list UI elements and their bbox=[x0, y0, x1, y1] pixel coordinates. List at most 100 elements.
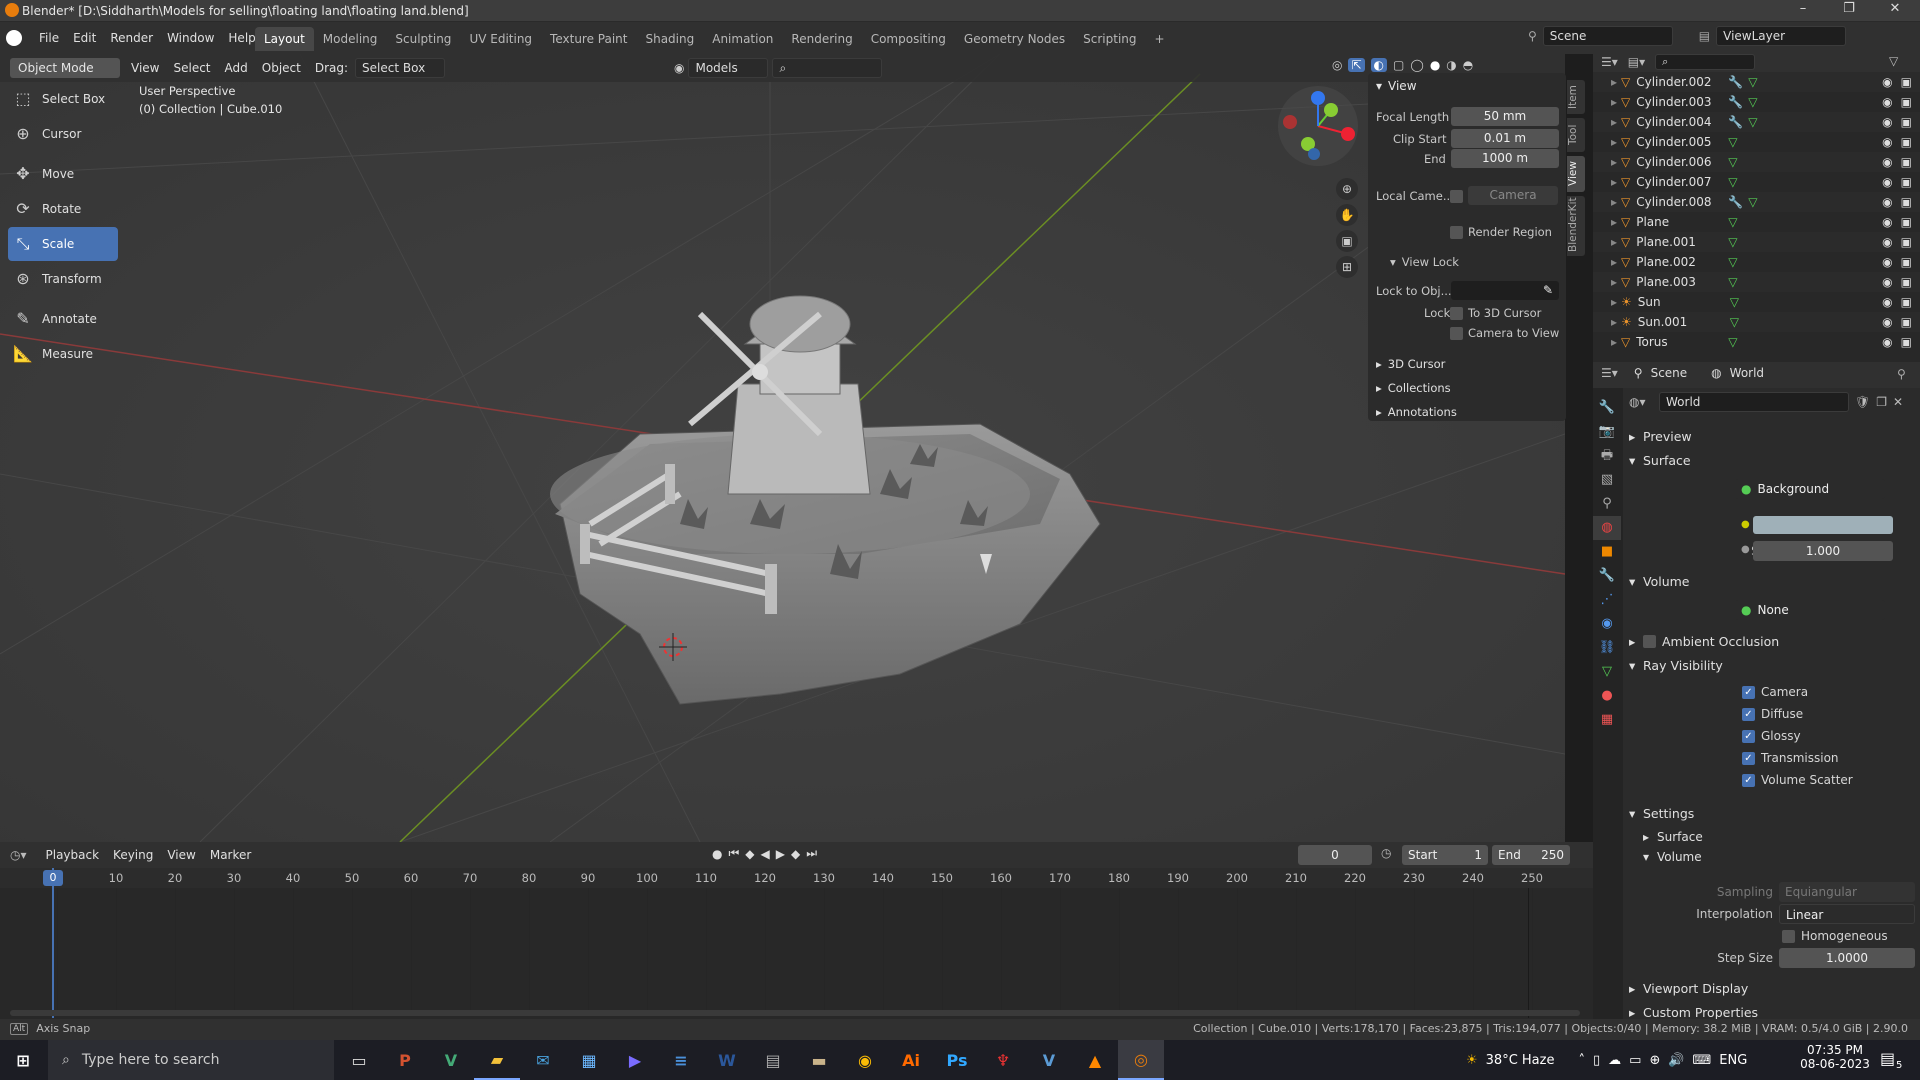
tab-scripting[interactable]: Scripting bbox=[1074, 27, 1145, 51]
camera-render-icon[interactable]: ▣ bbox=[1901, 135, 1912, 149]
check-icon[interactable]: ✓ bbox=[1742, 685, 1755, 699]
object-tab-icon[interactable]: ■ bbox=[1593, 540, 1621, 564]
gizmo-icon[interactable]: ⇱ bbox=[1348, 58, 1365, 72]
eye-icon[interactable]: ◉ bbox=[1882, 95, 1892, 109]
outliner-row[interactable]: ▸ ▽ Cylinder.005 ▽ ◉ ▣ bbox=[1593, 132, 1920, 152]
taskbar-search-box[interactable]: ⌕ Type here to search bbox=[48, 1040, 334, 1080]
menu-render[interactable]: Render bbox=[103, 28, 160, 48]
ray-volume-scatter-option[interactable]: ✓ Volume Scatter bbox=[1742, 773, 1853, 787]
rendered-shading-icon[interactable]: ◓ bbox=[1463, 58, 1473, 72]
material-tab-icon[interactable]: ● bbox=[1593, 684, 1621, 708]
camera-render-icon[interactable]: ▣ bbox=[1901, 315, 1912, 329]
settings-volume-subpanel[interactable]: ▾ Volume bbox=[1643, 845, 1702, 869]
file-explorer-icon[interactable]: ▰ bbox=[474, 1040, 520, 1080]
ray-transmission-option[interactable]: ✓ Transmission bbox=[1742, 751, 1839, 765]
outliner-item-name[interactable]: Cylinder.005 bbox=[1636, 135, 1728, 149]
outliner-item-name[interactable]: Torus bbox=[1636, 335, 1728, 349]
add-workspace-button[interactable]: + bbox=[1146, 27, 1174, 51]
outliner-item-name[interactable]: Plane.003 bbox=[1636, 275, 1728, 289]
render-tab-icon[interactable]: 📷 bbox=[1593, 420, 1621, 444]
wireframe-shading-icon[interactable]: ◯ bbox=[1410, 58, 1423, 72]
camera-render-icon[interactable]: ▣ bbox=[1901, 275, 1912, 289]
filter-icon[interactable]: ▽ bbox=[1889, 54, 1898, 68]
ray-visibility-panel[interactable]: ▾ Ray Visibility bbox=[1629, 653, 1723, 677]
camera-render-icon[interactable]: ▣ bbox=[1901, 255, 1912, 269]
world-browse-icon[interactable]: ◍▾ bbox=[1629, 395, 1659, 409]
jump-start-icon[interactable]: ⏮ bbox=[728, 846, 739, 861]
outliner-item-name[interactable]: Cylinder.007 bbox=[1636, 175, 1728, 189]
eye-icon[interactable]: ◉ bbox=[1882, 155, 1892, 169]
camera-render-icon[interactable]: ▣ bbox=[1901, 235, 1912, 249]
network-icon[interactable]: ⊕ bbox=[1649, 1053, 1660, 1068]
keyboard-icon[interactable]: ⌨ bbox=[1693, 1053, 1712, 1068]
camera-view-icon[interactable]: ▣ bbox=[1336, 230, 1358, 252]
clip-end-field[interactable]: 1000 m bbox=[1451, 149, 1559, 168]
expand-arrow-icon[interactable]: ▸ bbox=[1593, 315, 1617, 329]
tab-texture-paint[interactable]: Texture Paint bbox=[541, 27, 636, 51]
tab-item[interactable]: Item bbox=[1567, 80, 1585, 114]
constraints-tab-icon[interactable]: ⛓ bbox=[1593, 636, 1621, 660]
viewport-menu-view[interactable]: View bbox=[124, 58, 166, 78]
preview-panel[interactable]: ▸ Preview bbox=[1629, 424, 1692, 448]
close-button[interactable]: ✕ bbox=[1872, 1, 1918, 21]
menu-file[interactable]: File bbox=[32, 28, 66, 48]
local-camera-field[interactable]: Camera bbox=[1468, 186, 1558, 205]
blender-taskbar-icon[interactable]: ◎ bbox=[1118, 1040, 1164, 1080]
surface-panel[interactable]: ▾ Surface bbox=[1629, 448, 1691, 472]
drag-select-box[interactable]: Select Box bbox=[355, 58, 446, 78]
current-frame-field[interactable]: 0 bbox=[1298, 845, 1372, 865]
lock-cursor-checkbox[interactable] bbox=[1450, 307, 1463, 320]
outliner-row[interactable]: ▸ ☀ Sun.001 ▽ ◉ ▣ bbox=[1593, 312, 1920, 332]
view-lock-header[interactable]: ▾ View Lock bbox=[1390, 255, 1459, 269]
annotations-panel[interactable]: ▸ Annotations bbox=[1376, 405, 1457, 419]
outliner-row[interactable]: ▸ ▽ Cylinder.006 ▽ ◉ ▣ bbox=[1593, 152, 1920, 172]
3d-viewport[interactable]: User Perspective (0) Collection | Cube.0… bbox=[0, 54, 1565, 842]
vlc-icon[interactable]: ▲ bbox=[1072, 1040, 1118, 1080]
world-tab-icon[interactable]: ◍ bbox=[1593, 516, 1621, 540]
tab-tool[interactable]: Tool bbox=[1567, 118, 1585, 152]
solid-shading-icon[interactable]: ● bbox=[1430, 58, 1440, 72]
notes-icon[interactable]: ≡ bbox=[658, 1040, 704, 1080]
viewport-menu-object[interactable]: Object bbox=[255, 58, 308, 78]
modifier-tab-icon[interactable]: 🔧 bbox=[1593, 564, 1621, 588]
visibility-icon[interactable]: ◎ bbox=[1332, 58, 1342, 72]
render-region-checkbox[interactable] bbox=[1450, 226, 1463, 239]
tool-rotate[interactable]: ⟳ Rotate bbox=[8, 192, 118, 226]
outliner-row[interactable]: ▸ ▽ Cylinder.003 🔧 ▽ ◉ ▣ bbox=[1593, 92, 1920, 112]
store-icon[interactable]: ▦ bbox=[566, 1040, 612, 1080]
camera-render-icon[interactable]: ▣ bbox=[1901, 155, 1912, 169]
tab-sculpting[interactable]: Sculpting bbox=[386, 27, 460, 51]
camera-render-icon[interactable]: ▣ bbox=[1901, 95, 1912, 109]
windows-start-icon[interactable]: ⊞ bbox=[0, 1040, 46, 1080]
fake-user-icon[interactable]: 🛡 bbox=[1855, 395, 1870, 409]
volume-icon[interactable]: 🔊 bbox=[1668, 1053, 1684, 1068]
tab-layout[interactable]: Layout bbox=[255, 27, 314, 51]
outliner-row[interactable]: ▸ ▽ Torus ▽ ◉ ▣ bbox=[1593, 332, 1920, 352]
tab-geometry-nodes[interactable]: Geometry Nodes bbox=[955, 27, 1074, 51]
viewport-menu-select[interactable]: Select bbox=[166, 58, 217, 78]
tool-move[interactable]: ✥ Move bbox=[8, 157, 118, 191]
collections-panel[interactable]: ▸ Collections bbox=[1376, 381, 1451, 395]
tab-compositing[interactable]: Compositing bbox=[862, 27, 955, 51]
outliner-item-name[interactable]: Cylinder.003 bbox=[1636, 95, 1728, 109]
maximize-button[interactable]: ❐ bbox=[1826, 1, 1872, 21]
tab-shading[interactable]: Shading bbox=[636, 27, 703, 51]
word-icon[interactable]: W bbox=[704, 1040, 750, 1080]
battery-icon[interactable]: ▭ bbox=[1629, 1053, 1641, 1068]
timeline-scrollbar[interactable] bbox=[10, 1010, 1580, 1016]
eye-icon[interactable]: ◉ bbox=[1882, 135, 1892, 149]
models-selector[interactable]: Models bbox=[688, 58, 769, 78]
play-reverse-icon[interactable]: ◀ bbox=[761, 847, 770, 861]
eye-icon[interactable]: ◉ bbox=[1882, 75, 1892, 89]
outliner-row[interactable]: ▸ ▽ Plane ▽ ◉ ▣ bbox=[1593, 212, 1920, 232]
weather-icon[interactable]: ☀ bbox=[1466, 1053, 1478, 1068]
expand-arrow-icon[interactable]: ▸ bbox=[1593, 275, 1617, 289]
ao-checkbox[interactable] bbox=[1643, 634, 1656, 648]
output-tab-icon[interactable]: 🖶 bbox=[1593, 444, 1621, 468]
tab-uv-editing[interactable]: UV Editing bbox=[460, 27, 541, 51]
camera-render-icon[interactable]: ▣ bbox=[1901, 195, 1912, 209]
record-icon[interactable]: ● bbox=[712, 847, 722, 861]
outliner-row[interactable]: ▸ ▽ Plane.002 ▽ ◉ ▣ bbox=[1593, 252, 1920, 272]
eye-icon[interactable]: ◉ bbox=[1882, 215, 1892, 229]
view-layer-tab-icon[interactable]: ▧ bbox=[1593, 468, 1621, 492]
